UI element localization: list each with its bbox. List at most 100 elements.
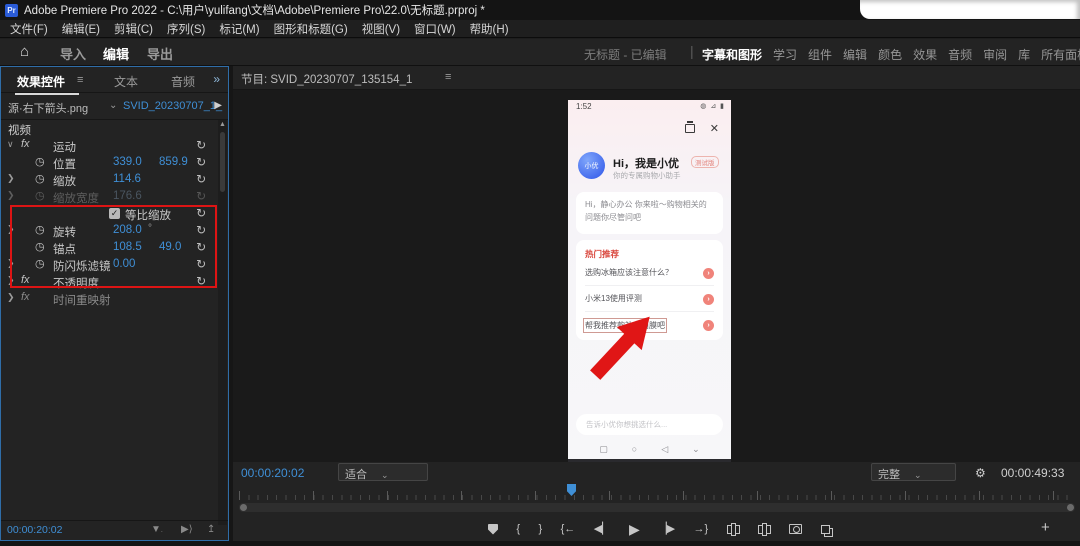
hot-recommend-title: 热门推荐	[585, 248, 714, 260]
effect-panel-timecode[interactable]: 00:00:20:02	[7, 524, 62, 536]
scroll-thumb[interactable]	[220, 132, 225, 192]
workspace-item[interactable]: 音频	[948, 46, 972, 63]
time-ruler[interactable]	[239, 486, 1075, 500]
go-to-in-button[interactable]: {←	[561, 524, 576, 535]
play-clip-icon[interactable]: ▶⟩	[181, 524, 193, 535]
play-button[interactable]: ▶	[629, 522, 640, 536]
mark-in-button[interactable]: {	[516, 524, 520, 535]
chevron-down-icon[interactable]: ⌄	[109, 100, 117, 111]
phone-status-bar: 1:52 ◍ ⊿ ▮	[568, 101, 731, 113]
phone-preview: 1:52 ◍ ⊿ ▮ ✕ 小优 Hi，我是小优 测试版 你的专属购物小助手 Hi…	[568, 100, 731, 462]
workspace-item[interactable]: 效果	[913, 46, 937, 63]
program-monitor-panel: 节目: SVID_20230707_135154_1 ≡ 1:52 ◍ ⊿ ▮ …	[233, 66, 1080, 546]
red-highlight-box	[10, 205, 217, 288]
program-viewer: 1:52 ◍ ⊿ ▮ ✕ 小优 Hi，我是小优 测试版 你的专属购物小助手 Hi…	[233, 90, 1080, 462]
add-button-icon[interactable]: +	[1041, 519, 1050, 536]
menu-item[interactable]: 剪辑(C)	[114, 21, 153, 37]
workspace-item[interactable]: 颜色	[878, 46, 902, 63]
workspace-item[interactable]: 字幕和图形	[702, 46, 762, 63]
workspace-item[interactable]: 所有面板	[1041, 46, 1080, 63]
chevron-closed-icon[interactable]: ❯	[7, 173, 15, 184]
zoom-level-select[interactable]: 适合⌄	[338, 463, 428, 481]
property-value[interactable]: 176.6	[113, 190, 142, 202]
close-icon: ✕	[710, 122, 719, 135]
playback-resolution-select[interactable]: 完整⌄	[871, 463, 956, 481]
chevron-closed-icon[interactable]: ❯	[7, 190, 15, 201]
home-icon[interactable]: ⌂	[20, 43, 29, 60]
monitor-scrollbar[interactable]	[239, 503, 1075, 512]
reset-icon[interactable]: ↺	[196, 138, 206, 152]
property-label: 缩放	[53, 173, 76, 189]
filter-icon[interactable]: ▼.	[151, 524, 163, 535]
go-to-out-button[interactable]: →}	[694, 524, 709, 535]
menu-item[interactable]: 编辑(E)	[62, 21, 100, 37]
play-source-icon[interactable]: ▶	[214, 100, 222, 111]
stopwatch-icon[interactable]: ◷	[35, 155, 45, 168]
workspace-list: 字幕和图形学习组件编辑颜色效果音频审阅库所有面板芳芳的	[702, 46, 1080, 63]
zoom-handle-left[interactable]	[240, 504, 247, 511]
zoom-handle-right[interactable]	[1067, 504, 1074, 511]
menu-item[interactable]: 帮助(H)	[470, 21, 509, 37]
property-label: 运动	[53, 139, 76, 155]
button-editor-button[interactable]	[821, 525, 833, 534]
monitor-controls-row: 00:00:20:02 适合⌄ 完整⌄ ⚙ 00:00:49:33	[233, 462, 1080, 486]
assistant-title: Hi，我是小优	[613, 155, 679, 171]
workspace-item[interactable]: 审阅	[983, 46, 1007, 63]
fx-badge-icon[interactable]: fx	[21, 291, 30, 303]
menu-item[interactable]: 序列(S)	[167, 21, 205, 37]
stopwatch-icon[interactable]: ◷	[35, 189, 45, 202]
reset-icon[interactable]: ↺	[196, 155, 206, 169]
more-tabs-icon[interactable]: »	[213, 72, 220, 86]
red-go-icon: ›	[703, 294, 714, 305]
program-timecode[interactable]: 00:00:20:02	[241, 466, 304, 480]
workspace-item[interactable]: 编辑	[843, 46, 867, 63]
reset-icon[interactable]: ↺	[196, 172, 206, 186]
mode-tab-导入[interactable]: 导入	[60, 44, 86, 63]
extract-icon	[758, 525, 771, 534]
menu-item[interactable]: 视图(V)	[362, 21, 400, 37]
workspace-item[interactable]: 组件	[808, 46, 832, 63]
add-marker-icon	[488, 524, 498, 535]
panel-bottom-bar: 00:00:20:02 ▼. ▶⟩ ↥	[1, 520, 228, 540]
panel-tab-3[interactable]: 音频	[171, 73, 195, 90]
property-value[interactable]: 114.6	[113, 173, 141, 185]
export-icon[interactable]: ↥	[207, 524, 215, 535]
panel-tab-1[interactable]: 效果控件	[17, 73, 65, 90]
panel-menu-icon[interactable]: ≡	[77, 74, 83, 86]
add-marker-button[interactable]	[488, 524, 498, 535]
workspace-item[interactable]: 库	[1018, 46, 1030, 63]
export-frame-button[interactable]	[789, 524, 802, 534]
effect-row: 视频	[1, 120, 220, 137]
step-back-button[interactable]: ◀▏	[594, 524, 611, 535]
panel-menu-icon[interactable]: ≡	[445, 71, 451, 83]
target-sequence-link[interactable]: SVID_20230707_1_	[123, 100, 222, 112]
menu-item[interactable]: 文件(F)	[10, 21, 48, 37]
panel-scrollbar[interactable]: ▲	[218, 120, 227, 525]
property-value[interactable]: 339.0	[113, 156, 142, 168]
scroll-up-icon[interactable]: ▲	[218, 121, 227, 128]
panel-tab-2[interactable]: 文本	[114, 73, 138, 90]
stopwatch-icon[interactable]: ◷	[35, 172, 45, 185]
menu-item[interactable]: 标记(M)	[219, 21, 259, 37]
wrench-settings-icon[interactable]: ⚙	[975, 466, 986, 480]
step-forward-button[interactable]: ▕▶	[658, 524, 675, 535]
playhead-marker[interactable]	[567, 484, 576, 496]
document-status: 无标题 - 已编辑	[584, 46, 667, 63]
panel-tab-bar: ≡ » 效果控件 文本 音频	[1, 67, 228, 93]
mode-tab-导出[interactable]: 导出	[147, 44, 173, 63]
chevron-closed-icon[interactable]: ❯	[7, 292, 15, 303]
menu-item[interactable]: 窗口(W)	[414, 21, 456, 37]
chevron-open-icon[interactable]: ∨	[7, 139, 14, 150]
mode-tab-编辑[interactable]: 编辑	[103, 44, 129, 63]
app-icon: Pr	[5, 4, 18, 17]
fx-badge-icon[interactable]: fx	[21, 138, 30, 150]
beta-badge: 测试版	[691, 156, 719, 168]
property-value[interactable]: 859.9	[159, 156, 188, 168]
chevron-down-icon: ⌄	[914, 470, 922, 480]
lift-button[interactable]	[727, 525, 740, 534]
mark-out-button[interactable]: }	[539, 524, 543, 535]
menu-item[interactable]: 图形和标题(G)	[274, 21, 348, 37]
reset-icon[interactable]: ↺	[196, 189, 206, 203]
workspace-item[interactable]: 学习	[773, 46, 797, 63]
extract-button[interactable]	[758, 525, 771, 534]
